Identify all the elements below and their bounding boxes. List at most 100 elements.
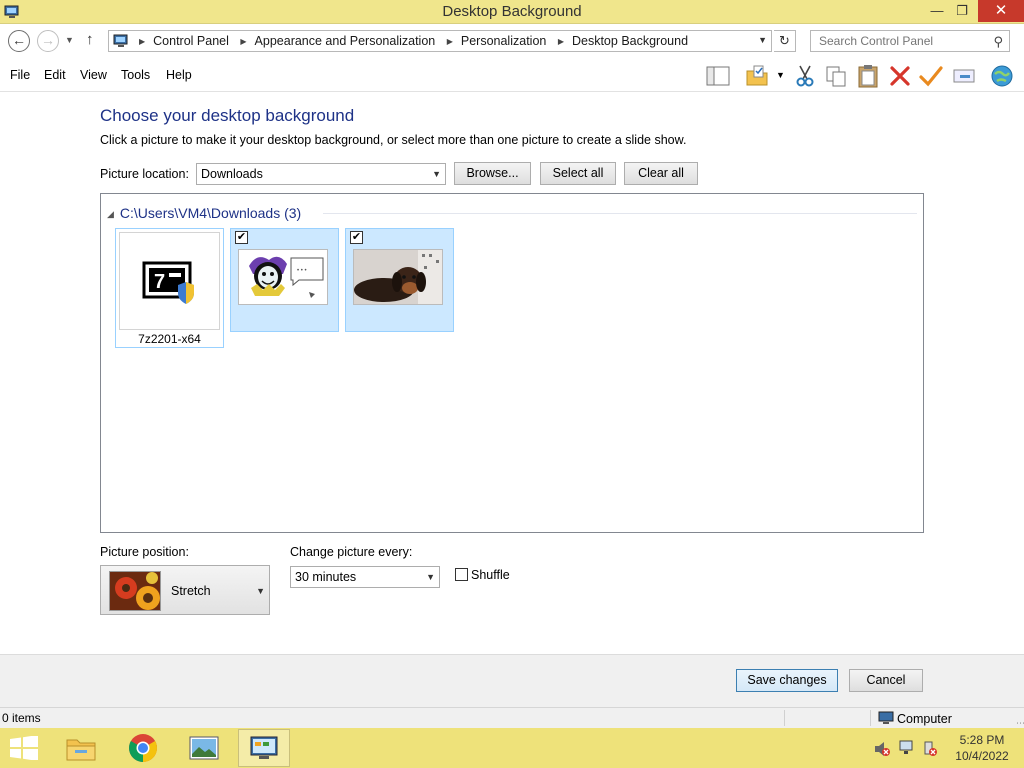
refresh-button[interactable]: ↻ bbox=[774, 30, 796, 52]
folder-options-icon[interactable] bbox=[744, 63, 770, 89]
picture-tile-dog[interactable]: ✔ bbox=[345, 228, 454, 332]
select-all-button[interactable]: Select all bbox=[540, 162, 616, 185]
chevron-right-icon[interactable]: ▶ bbox=[447, 37, 453, 46]
action-center-icon[interactable] bbox=[922, 741, 938, 757]
picture-tile-7z[interactable]: 7 7z2201-x64 bbox=[115, 228, 224, 348]
breadcrumb-personalization[interactable]: Personalization bbox=[461, 34, 546, 48]
recent-locations-dropdown[interactable]: ▼ bbox=[65, 35, 74, 45]
folder-options-dropdown[interactable]: ▼ bbox=[776, 70, 785, 80]
network-icon[interactable] bbox=[898, 740, 916, 756]
taskbar-control-panel[interactable] bbox=[238, 729, 290, 767]
chevron-right-icon[interactable]: ▶ bbox=[240, 37, 246, 46]
back-button[interactable]: ← bbox=[8, 30, 30, 52]
change-picture-interval-value: 30 minutes bbox=[295, 570, 357, 584]
computer-icon bbox=[878, 711, 894, 724]
chevron-down-icon: ▼ bbox=[432, 169, 441, 179]
items-count: 0 items bbox=[2, 711, 41, 725]
shuffle-label: Shuffle bbox=[471, 568, 510, 582]
group-header-label: C:\Users\VM4\Downloads (3) bbox=[119, 205, 302, 221]
cancel-button[interactable]: Cancel bbox=[849, 669, 923, 692]
change-picture-interval-select[interactable]: 30 minutes ▼ bbox=[290, 566, 440, 588]
picture-checkbox[interactable]: ✔ bbox=[235, 231, 248, 244]
position-preview-thumbnail bbox=[109, 571, 161, 611]
picture-location-select[interactable]: Downloads ▼ bbox=[196, 163, 446, 185]
cut-icon[interactable] bbox=[792, 63, 818, 89]
close-button[interactable]: ✕ bbox=[978, 0, 1024, 22]
search-icon[interactable]: ⚲ bbox=[993, 34, 1003, 50]
picture-gallery[interactable]: ◢ C:\Users\VM4\Downloads (3) 7 7z2201-x64… bbox=[100, 193, 924, 533]
picture-location-value: Downloads bbox=[201, 167, 263, 181]
properties-icon[interactable] bbox=[951, 63, 977, 89]
photo-viewer-icon bbox=[189, 736, 219, 760]
back-arrow-icon: ← bbox=[12, 32, 26, 48]
group-header[interactable]: ◢ C:\Users\VM4\Downloads (3) bbox=[107, 205, 301, 221]
paste-icon[interactable] bbox=[855, 63, 881, 89]
up-button[interactable]: ↑ bbox=[86, 31, 94, 48]
minimize-button[interactable]: — bbox=[926, 0, 948, 22]
menu-view[interactable]: View bbox=[80, 68, 107, 82]
status-divider bbox=[870, 710, 871, 726]
clear-all-button[interactable]: Clear all bbox=[624, 162, 698, 185]
picture-frame: 7 bbox=[119, 232, 220, 330]
shuffle-checkbox[interactable]: Shuffle bbox=[455, 568, 510, 582]
page-title: Choose your desktop background bbox=[100, 106, 355, 125]
status-divider bbox=[784, 710, 785, 726]
instructions-text: Click a picture to make it your desktop … bbox=[100, 133, 687, 147]
menu-file[interactable]: File bbox=[10, 68, 30, 82]
address-bar[interactable]: ▶ Control Panel ▶ Appearance and Personali… bbox=[108, 30, 772, 52]
save-changes-button[interactable]: Save changes bbox=[736, 669, 838, 692]
menu-edit[interactable]: Edit bbox=[44, 68, 66, 82]
group-divider bbox=[323, 213, 917, 214]
menu-bar: File Edit View Tools Help ▼ bbox=[0, 58, 1024, 92]
status-bar: 0 items Computer ⋯ bbox=[0, 707, 1024, 728]
status-location: Computer bbox=[878, 711, 952, 726]
refresh-icon: ↻ bbox=[779, 33, 790, 48]
picture-position-label: Picture position: bbox=[100, 545, 189, 559]
7zip-icon: 7 bbox=[142, 261, 194, 304]
globe-icon[interactable] bbox=[989, 63, 1015, 89]
collapse-triangle-icon[interactable]: ◢ bbox=[107, 209, 114, 219]
dog-thumbnail bbox=[353, 249, 443, 305]
forward-arrow-icon: → bbox=[41, 32, 55, 48]
speaker-muted-icon[interactable] bbox=[874, 741, 890, 757]
window-title: Desktop Background bbox=[442, 3, 582, 20]
menu-help[interactable]: Help bbox=[166, 68, 192, 82]
picture-checkbox[interactable]: ✔ bbox=[350, 231, 363, 244]
title-bar: Desktop Background — ❐ ✕ bbox=[0, 0, 1024, 24]
picture-location-label: Picture location: bbox=[100, 167, 189, 181]
maximize-button[interactable]: ❐ bbox=[950, 0, 974, 22]
picture-tile-jester[interactable]: ✔ • • • bbox=[230, 228, 339, 332]
picture-caption: 7z2201-x64 bbox=[138, 332, 201, 346]
control-panel-icon bbox=[250, 736, 278, 759]
menu-tools[interactable]: Tools bbox=[121, 68, 150, 82]
svg-text:7: 7 bbox=[154, 271, 165, 293]
control-panel-icon bbox=[113, 34, 128, 47]
windows-start-icon[interactable] bbox=[10, 736, 38, 760]
picture-position-value: Stretch bbox=[171, 584, 211, 598]
taskbar-chrome[interactable] bbox=[117, 729, 169, 767]
preview-pane-icon[interactable] bbox=[705, 63, 731, 89]
navigation-bar: ← → ▼ ↑ ▶ Control Panel ▶ Appearance and P… bbox=[0, 26, 1024, 56]
search-box[interactable]: ⚲ bbox=[810, 30, 1010, 52]
taskbar-file-explorer[interactable] bbox=[55, 729, 107, 767]
chevron-right-icon[interactable]: ▶ bbox=[558, 37, 564, 46]
forward-button[interactable]: → bbox=[37, 30, 59, 52]
delete-icon[interactable] bbox=[887, 63, 913, 89]
chevron-down-icon: ▼ bbox=[426, 572, 435, 582]
chevron-right-icon[interactable]: ▶ bbox=[139, 37, 145, 46]
breadcrumb-appearance[interactable]: Appearance and Personalization bbox=[255, 34, 436, 48]
breadcrumb-desktop-background[interactable]: Desktop Background bbox=[572, 34, 688, 48]
clock-date: 10/4/2022 bbox=[955, 749, 1009, 763]
copy-icon[interactable] bbox=[823, 63, 849, 89]
browse-button[interactable]: Browse... bbox=[454, 162, 531, 185]
chevron-down-icon: ▼ bbox=[256, 586, 265, 596]
search-input[interactable] bbox=[811, 31, 987, 51]
taskbar-clock[interactable]: 5:28 PM 10/4/2022 bbox=[950, 732, 1014, 764]
chevron-down-icon[interactable]: ▼ bbox=[758, 35, 767, 45]
breadcrumb-control-panel[interactable]: Control Panel bbox=[153, 34, 229, 48]
checkmark-icon[interactable] bbox=[918, 63, 944, 89]
taskbar-photo-viewer[interactable] bbox=[178, 729, 230, 767]
status-location-label: Computer bbox=[897, 712, 952, 726]
checkbox-box[interactable] bbox=[455, 568, 468, 581]
picture-position-select[interactable]: Stretch ▼ bbox=[100, 565, 270, 615]
